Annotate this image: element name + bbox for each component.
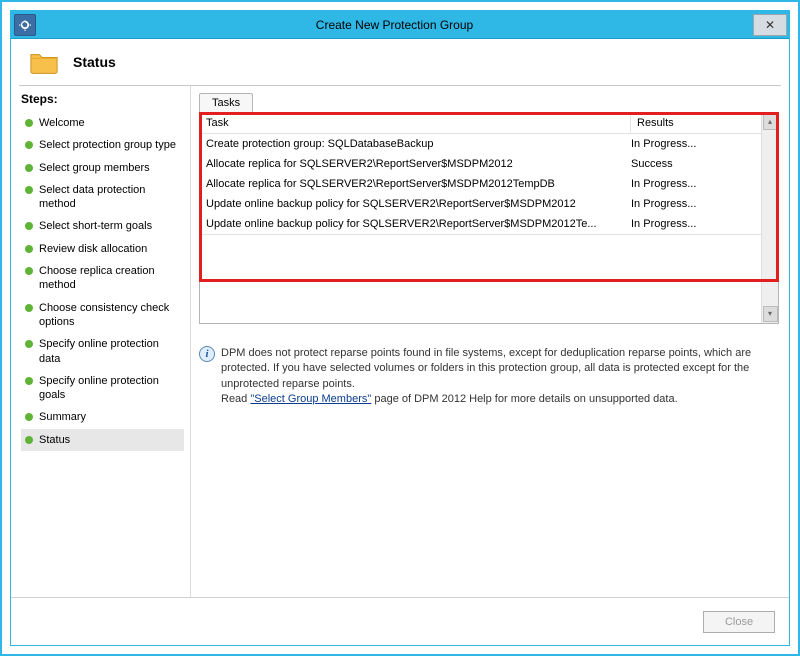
step-item[interactable]: Select short-term goals	[21, 215, 184, 237]
tab-tasks[interactable]: Tasks	[199, 93, 253, 112]
step-bullet-icon	[25, 222, 33, 230]
table-row[interactable]: Update online backup policy for SQLSERVE…	[200, 194, 761, 214]
system-icon	[14, 14, 36, 36]
table-row[interactable]: Create protection group: SQLDatabaseBack…	[200, 134, 761, 154]
outer-frame: Create New Protection Group ✕ Status	[0, 0, 800, 656]
info-link[interactable]: "Select Group Members"	[250, 393, 371, 405]
task-cell: Allocate replica for SQLSERVER2\ReportSe…	[206, 178, 631, 190]
window-title: Create New Protection Group	[36, 18, 753, 32]
step-item[interactable]: Choose replica creation method	[21, 260, 184, 297]
tasks-rows: Create protection group: SQLDatabaseBack…	[200, 134, 761, 234]
step-label: Review disk allocation	[39, 242, 180, 256]
info-note: i DPM does not protect reparse points fo…	[199, 346, 779, 408]
folder-icon	[29, 49, 59, 75]
close-icon: ✕	[765, 18, 775, 32]
task-cell: Create protection group: SQLDatabaseBack…	[206, 138, 631, 150]
info-line2-prefix: Read	[221, 393, 250, 405]
step-bullet-icon	[25, 436, 33, 444]
steps-list: Welcome Select protection group type Selec…	[21, 112, 184, 451]
step-item[interactable]: Select data protection method	[21, 179, 184, 216]
task-cell: Allocate replica for SQLSERVER2\ReportSe…	[206, 158, 631, 170]
tasks-header-row: Task Results	[200, 113, 761, 134]
step-label: Choose replica creation method	[39, 264, 180, 293]
table-row[interactable]: Allocate replica for SQLSERVER2\ReportSe…	[200, 174, 761, 194]
step-label: Summary	[39, 410, 180, 424]
title-bar: Create New Protection Group ✕	[11, 11, 789, 39]
vertical-scrollbar[interactable]: ▴ ▾	[761, 113, 778, 323]
step-bullet-icon	[25, 377, 33, 385]
step-item[interactable]: Welcome	[21, 112, 184, 134]
tasks-empty-area	[200, 234, 761, 276]
info-text: DPM does not protect reparse points foun…	[221, 346, 779, 408]
step-label: Status	[39, 433, 180, 447]
content-area: Tasks Task Results Create protection	[191, 86, 789, 597]
dialog-window: Create New Protection Group ✕ Status	[10, 10, 790, 646]
step-item[interactable]: Summary	[21, 406, 184, 428]
step-label: Select short-term goals	[39, 219, 180, 233]
results-cell: In Progress...	[631, 138, 755, 150]
step-label: Select protection group type	[39, 138, 180, 152]
step-label: Select data protection method	[39, 183, 180, 212]
table-row[interactable]: Allocate replica for SQLSERVER2\ReportSe…	[200, 154, 761, 174]
results-cell: In Progress...	[631, 218, 755, 230]
step-item[interactable]: Review disk allocation	[21, 238, 184, 260]
steps-sidebar: Steps: Welcome Select protection group ty…	[11, 86, 191, 597]
step-label: Welcome	[39, 116, 180, 130]
step-bullet-icon	[25, 141, 33, 149]
column-header-results[interactable]: Results	[631, 113, 761, 133]
tasks-panel: Task Results Create protection group: SQ…	[199, 112, 779, 324]
step-label: Choose consistency check options	[39, 301, 180, 330]
step-bullet-icon	[25, 413, 33, 421]
step-label: Select group members	[39, 161, 180, 175]
step-item[interactable]: Status	[21, 429, 184, 451]
results-cell: In Progress...	[631, 198, 755, 210]
step-item[interactable]: Select protection group type	[21, 134, 184, 156]
info-icon: i	[199, 346, 215, 362]
step-bullet-icon	[25, 164, 33, 172]
tab-strip: Tasks	[199, 90, 779, 112]
step-bullet-icon	[25, 340, 33, 348]
scroll-down-button[interactable]: ▾	[763, 306, 778, 322]
info-line1: DPM does not protect reparse points foun…	[221, 347, 751, 390]
tasks-panel-wrap: Task Results Create protection group: SQ…	[199, 112, 779, 324]
step-bullet-icon	[25, 186, 33, 194]
step-label: Specify online protection data	[39, 337, 180, 366]
step-bullet-icon	[25, 267, 33, 275]
step-item[interactable]: Select group members	[21, 157, 184, 179]
step-bullet-icon	[25, 245, 33, 253]
window-close-button[interactable]: ✕	[753, 14, 787, 36]
page-title: Status	[73, 54, 116, 70]
dialog-footer: Close	[11, 597, 789, 645]
step-bullet-icon	[25, 119, 33, 127]
step-item[interactable]: Choose consistency check options	[21, 297, 184, 334]
results-cell: Success	[631, 158, 755, 170]
info-line2-suffix: page of DPM 2012 Help for more details o…	[371, 393, 677, 405]
step-bullet-icon	[25, 304, 33, 312]
scroll-up-button[interactable]: ▴	[763, 114, 778, 130]
step-label: Specify online protection goals	[39, 374, 180, 403]
main-area: Steps: Welcome Select protection group ty…	[11, 86, 789, 597]
table-row[interactable]: Update online backup policy for SQLSERVE…	[200, 214, 761, 234]
step-item[interactable]: Specify online protection goals	[21, 370, 184, 407]
column-header-task[interactable]: Task	[200, 113, 631, 133]
step-item[interactable]: Specify online protection data	[21, 333, 184, 370]
results-cell: In Progress...	[631, 178, 755, 190]
task-cell: Update online backup policy for SQLSERVE…	[206, 218, 631, 230]
steps-header: Steps:	[21, 92, 184, 106]
task-cell: Update online backup policy for SQLSERVE…	[206, 198, 631, 210]
dialog-body: Status Steps: Welcome Select protection g…	[11, 39, 789, 645]
close-button[interactable]: Close	[703, 611, 775, 633]
page-header: Status	[11, 39, 789, 81]
